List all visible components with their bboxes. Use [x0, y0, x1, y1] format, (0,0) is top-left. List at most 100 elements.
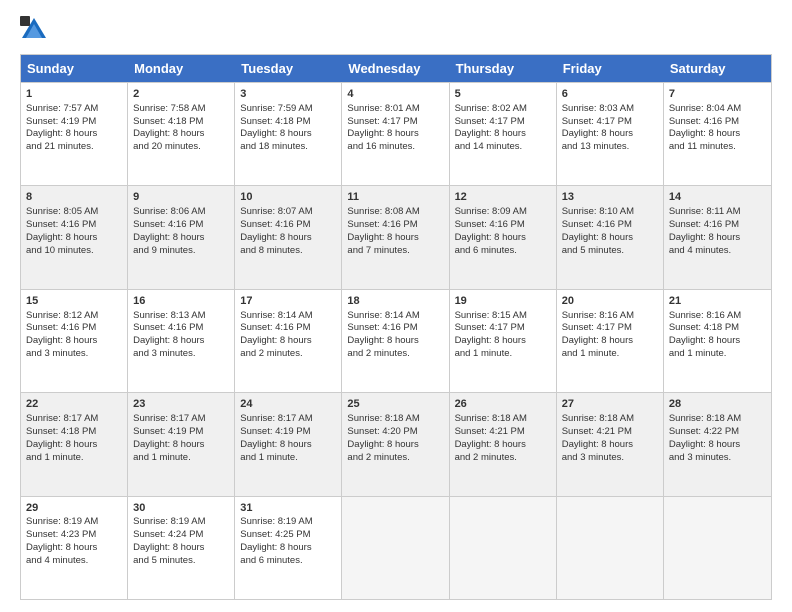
day-info-line: Sunset: 4:16 PM: [240, 322, 310, 333]
day-info-line: and 14 minutes.: [455, 141, 523, 152]
header-cell-tuesday: Tuesday: [235, 55, 342, 82]
header: [20, 16, 772, 44]
header-cell-wednesday: Wednesday: [342, 55, 449, 82]
day-info-line: Daylight: 8 hours: [562, 335, 633, 346]
day-info-line: Sunrise: 8:16 AM: [562, 310, 634, 321]
day-info-line: Sunrise: 8:16 AM: [669, 310, 741, 321]
day-number: 22: [26, 397, 122, 412]
day-info-line: and 16 minutes.: [347, 141, 415, 152]
day-info-line: and 2 minutes.: [240, 348, 302, 359]
day-info-line: Sunset: 4:17 PM: [455, 116, 525, 127]
day-info-line: Sunset: 4:23 PM: [26, 529, 96, 540]
day-number: 25: [347, 397, 443, 412]
day-number: 30: [133, 501, 229, 516]
day-info-line: Daylight: 8 hours: [133, 128, 204, 139]
day-info-line: and 1 minute.: [669, 348, 727, 359]
day-info-line: and 20 minutes.: [133, 141, 201, 152]
day-info-line: Sunset: 4:16 PM: [669, 219, 739, 230]
day-info-line: Sunset: 4:25 PM: [240, 529, 310, 540]
day-info-line: Sunrise: 8:09 AM: [455, 206, 527, 217]
day-number: 26: [455, 397, 551, 412]
calendar-row: 8Sunrise: 8:05 AMSunset: 4:16 PMDaylight…: [21, 185, 771, 288]
calendar-cell: 15Sunrise: 8:12 AMSunset: 4:16 PMDayligh…: [21, 290, 128, 392]
header-cell-saturday: Saturday: [664, 55, 771, 82]
day-info-line: Sunrise: 8:15 AM: [455, 310, 527, 321]
day-info-line: Sunset: 4:16 PM: [669, 116, 739, 127]
day-info-line: Sunrise: 8:13 AM: [133, 310, 205, 321]
logo: [20, 16, 52, 44]
calendar-cell: 10Sunrise: 8:07 AMSunset: 4:16 PMDayligh…: [235, 186, 342, 288]
calendar-cell: 22Sunrise: 8:17 AM Sunset: 4:18 PM Dayligh…: [21, 393, 128, 495]
day-info-line: Sunrise: 8:11 AM: [669, 206, 741, 217]
day-info-line: Sunrise: 8:08 AM: [347, 206, 419, 217]
day-number: 27: [562, 397, 658, 412]
day-number: 23: [133, 397, 229, 412]
day-number: 7: [669, 87, 766, 102]
calendar-body: 1Sunrise: 7:57 AMSunset: 4:19 PMDaylight…: [21, 82, 771, 599]
day-info-line: and 7 minutes.: [347, 245, 409, 256]
calendar-cell: 5Sunrise: 8:02 AM Sunset: 4:17 PMDaylight…: [450, 83, 557, 185]
header-cell-monday: Monday: [128, 55, 235, 82]
day-number: 20: [562, 294, 658, 309]
calendar-header: SundayMondayTuesdayWednesdayThursdayFrid…: [21, 55, 771, 82]
day-info-line: Sunset: 4:22 PM: [669, 426, 739, 437]
calendar-cell: 19Sunrise: 8:15 AMSunset: 4:17 PMDayligh…: [450, 290, 557, 392]
day-info-line: Daylight: 8 hours: [455, 335, 526, 346]
header-cell-thursday: Thursday: [450, 55, 557, 82]
day-info-line: Sunrise: 8:04 AM: [669, 103, 741, 114]
day-info-line: Sunset: 4:16 PM: [347, 322, 417, 333]
day-info-line: Sunrise: 8:17 AM: [26, 413, 98, 424]
day-info-line: Sunrise: 8:02 AM: [455, 103, 527, 114]
day-info-line: Daylight: 8 hours: [240, 232, 311, 243]
header-cell-friday: Friday: [557, 55, 664, 82]
day-number: 6: [562, 87, 658, 102]
day-number: 10: [240, 190, 336, 205]
calendar-cell: [664, 497, 771, 599]
day-info-line: Sunrise: 8:19 AM: [133, 516, 205, 527]
day-number: 9: [133, 190, 229, 205]
day-info-line: Sunset: 4:21 PM: [562, 426, 632, 437]
day-info-line: Sunset: 4:16 PM: [455, 219, 525, 230]
calendar-cell: [450, 497, 557, 599]
day-info-line: and 4 minutes.: [26, 555, 88, 566]
day-info-line: Sunrise: 8:05 AM: [26, 206, 98, 217]
day-info-line: and 2 minutes.: [347, 348, 409, 359]
day-info-line: Daylight: 8 hours: [347, 128, 418, 139]
day-info-line: Daylight: 8 hours: [26, 232, 97, 243]
day-info-line: Sunset: 4:16 PM: [26, 219, 96, 230]
day-info-line: Daylight: 8 hours: [347, 335, 418, 346]
calendar-row: 29Sunrise: 8:19 AMSunset: 4:23 PMDayligh…: [21, 496, 771, 599]
day-info-line: Daylight: 8 hours: [455, 128, 526, 139]
day-number: 5: [455, 87, 551, 102]
day-info-line: Sunrise: 8:17 AM: [133, 413, 205, 424]
day-info-line: Daylight: 8 hours: [669, 128, 740, 139]
day-info-line: and 9 minutes.: [133, 245, 195, 256]
day-number: 11: [347, 190, 443, 205]
day-info-line: Sunset: 4:18 PM: [669, 322, 739, 333]
day-info-line: Daylight: 8 hours: [26, 439, 97, 450]
day-info-line: Sunset: 4:16 PM: [562, 219, 632, 230]
calendar-row: 22Sunrise: 8:17 AMSunset: 4:18 PMDayligh…: [21, 392, 771, 495]
day-info-line: Sunrise: 8:18 AM: [455, 413, 527, 424]
calendar-cell: 14Sunrise: 8:11 AMSunset: 4:16 PMDayligh…: [664, 186, 771, 288]
day-info-line: Sunrise: 8:01 AM: [347, 103, 419, 114]
day-info-line: Sunset: 4:19 PM: [240, 426, 310, 437]
day-info-line: Sunset: 4:17 PM: [347, 116, 417, 127]
day-info-line: and 1 minute.: [240, 452, 298, 463]
day-number: 1: [26, 87, 122, 102]
day-info-line: Sunset: 4:18 PM: [133, 116, 203, 127]
day-info-line: Daylight: 8 hours: [347, 439, 418, 450]
calendar-cell: 6Sunrise: 8:03 AMSunset: 4:17 PMDaylight…: [557, 83, 664, 185]
day-info-line: Sunset: 4:17 PM: [562, 116, 632, 127]
day-info-line: and 18 minutes.: [240, 141, 308, 152]
day-info-line: Daylight: 8 hours: [669, 439, 740, 450]
day-info-line: Daylight: 8 hours: [26, 128, 97, 139]
day-info-line: and 4 minutes.: [669, 245, 731, 256]
day-info-line: and 11 minutes.: [669, 141, 736, 152]
day-info-line: Daylight: 8 hours: [133, 232, 204, 243]
day-info-line: and 2 minutes.: [455, 452, 517, 463]
day-number: 14: [669, 190, 766, 205]
day-info-line: Daylight: 8 hours: [240, 128, 311, 139]
day-info-line: Sunset: 4:18 PM: [26, 426, 96, 437]
day-info-line: Sunrise: 8:03 AM: [562, 103, 634, 114]
